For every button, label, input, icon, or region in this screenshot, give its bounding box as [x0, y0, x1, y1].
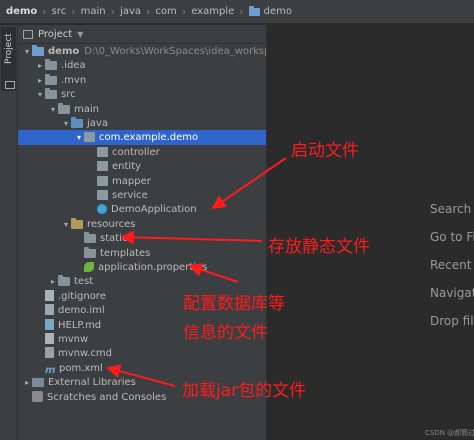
annotation-startup-file: 启动文件 — [291, 141, 359, 161]
arrow-to-demo-application — [211, 157, 287, 210]
annotation-arrows — [106, 157, 287, 387]
arrow-to-application-properties — [188, 263, 239, 283]
annotation-static-files: 存放静态文件 — [268, 237, 370, 257]
arrow-to-pom — [106, 364, 176, 387]
annotation-pom-file: 加载jar包的文件 — [182, 381, 307, 401]
annotation-config-line-1: 配置数据库等 — [183, 294, 285, 314]
arrow-to-static — [120, 230, 263, 245]
watermark: CSDN @郝筒过 — [425, 429, 474, 437]
annotation-config-line-2: 信息的文件 — [183, 323, 268, 343]
